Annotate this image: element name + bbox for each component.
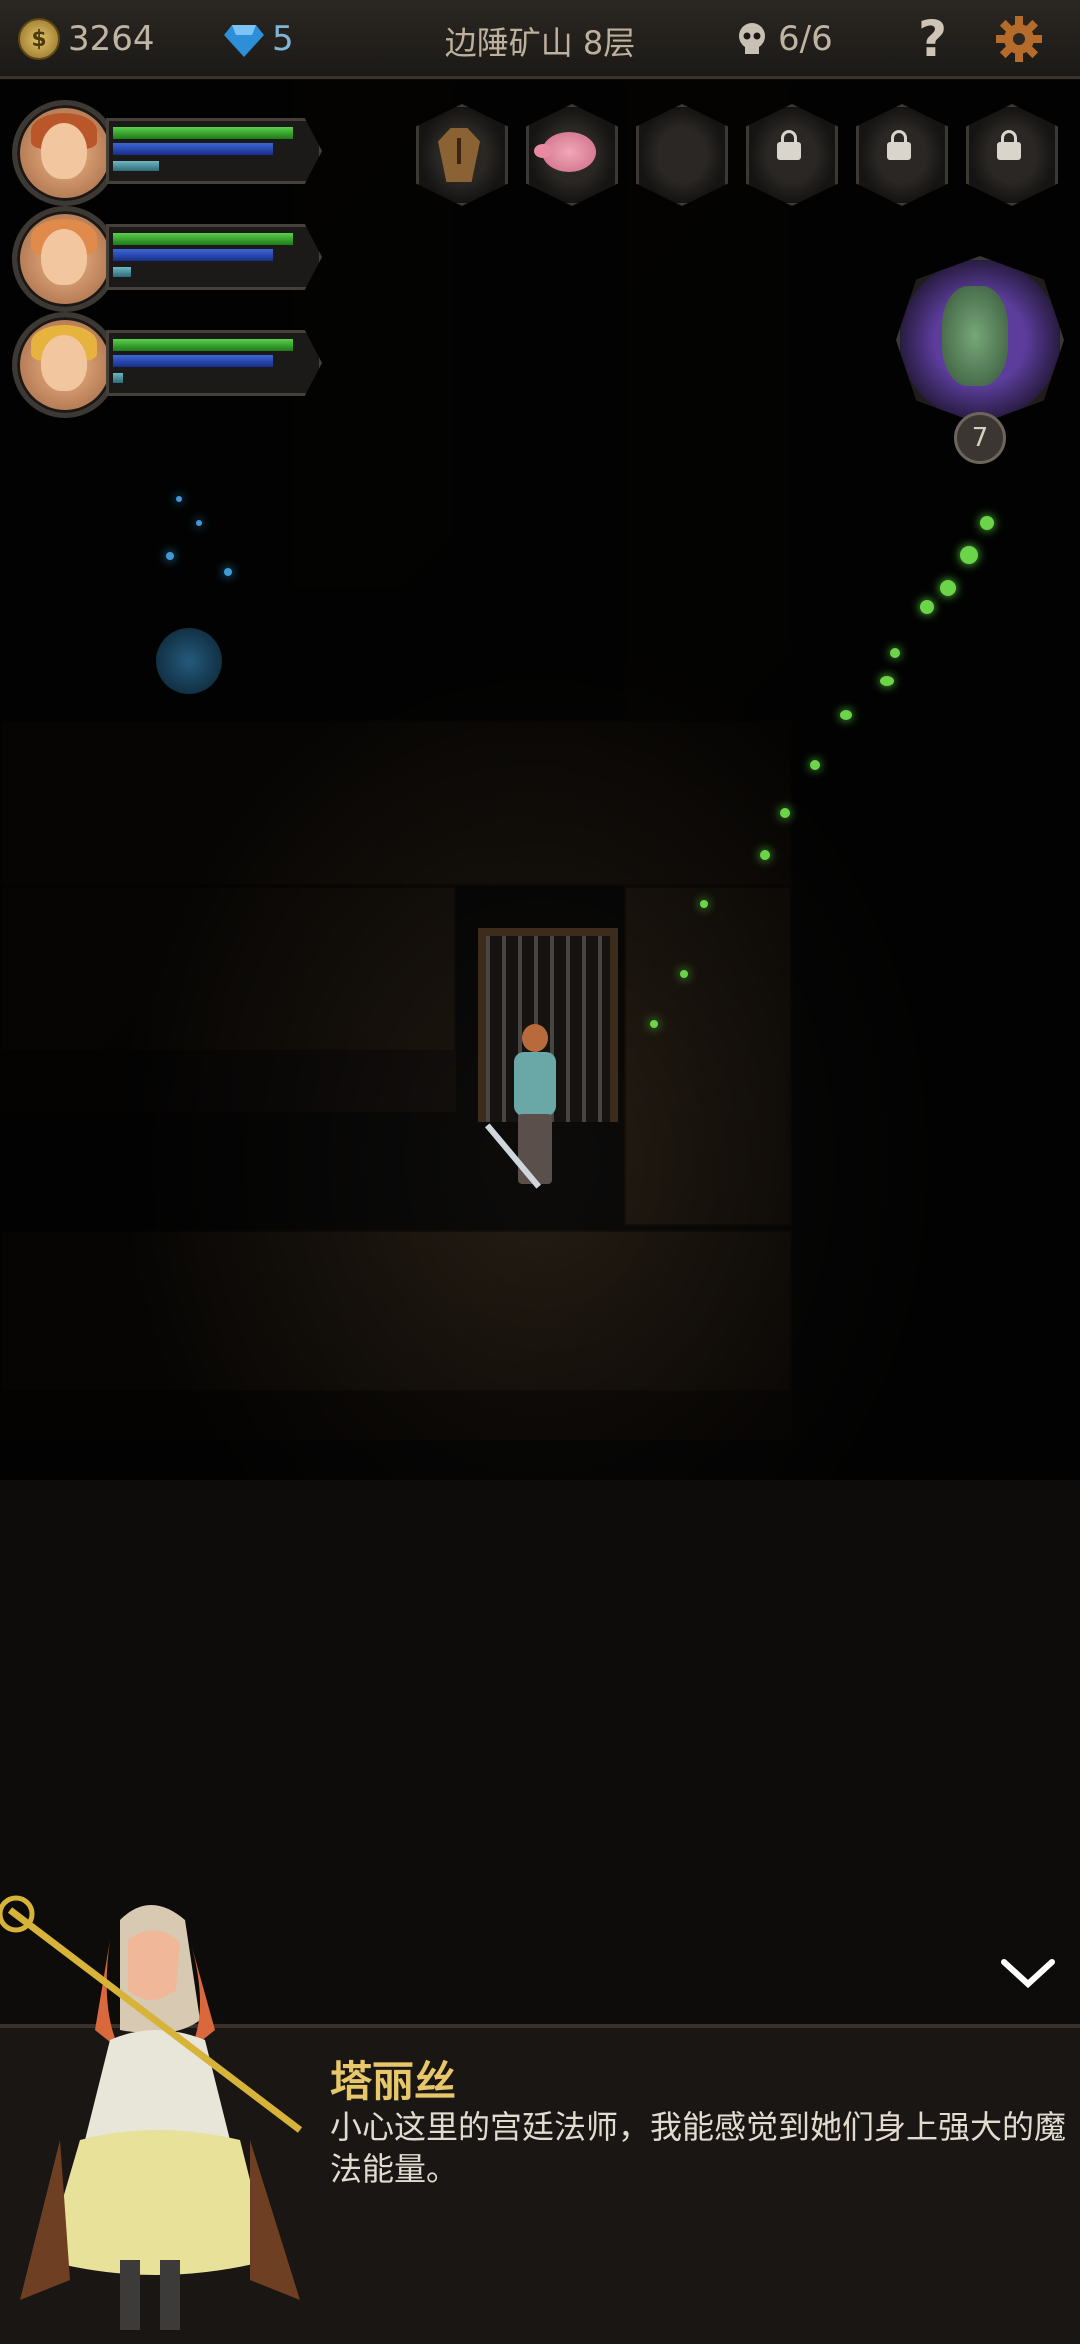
hero-bars <box>106 118 322 184</box>
mp-bar <box>113 249 273 261</box>
bomb-icon[interactable] <box>156 628 222 694</box>
item-slot-piggy-bank[interactable] <box>526 104 618 208</box>
hero-bars <box>106 330 322 396</box>
top-bar: $ 3264 5 边陲矿山 8层 6/6 ? <box>0 0 1080 79</box>
hp-bar <box>113 233 293 245</box>
mp-bar <box>113 355 273 367</box>
kill-counter: 6/6 <box>734 14 833 64</box>
fairy-companion[interactable]: 7 <box>896 256 1064 466</box>
settings-gear-icon[interactable] <box>994 14 1044 64</box>
item-slot-coffin[interactable] <box>416 104 508 208</box>
piggy-bank-icon <box>534 132 596 172</box>
hero-panel-3[interactable] <box>12 312 332 418</box>
dialog-text: 小心这里的宫廷法师，我能感觉到她们身上强大的魔法能量。 <box>330 2108 1067 2188</box>
hero-bars <box>106 224 322 290</box>
fairy-icon <box>942 286 1008 386</box>
lock-icon <box>887 130 911 160</box>
speaker-name: 塔丽丝 <box>330 2057 457 2106</box>
skull-icon <box>739 23 765 54</box>
talis-portrait <box>0 1895 303 2330</box>
hero-portrait[interactable] <box>12 206 118 312</box>
help-button[interactable]: ? <box>918 10 947 68</box>
xp-bar <box>113 373 123 383</box>
hp-bar <box>113 339 293 351</box>
lock-icon <box>997 130 1021 160</box>
item-slot-locked[interactable] <box>856 104 948 208</box>
mp-bar <box>113 143 273 155</box>
hero-panel-2[interactable] <box>12 206 332 312</box>
item-slot-locked[interactable] <box>746 104 838 208</box>
hero-panel-1[interactable] <box>12 100 332 206</box>
hero-portrait[interactable] <box>12 312 118 418</box>
item-slot-empty[interactable] <box>636 104 728 208</box>
fairy-count: 7 <box>954 412 1006 464</box>
player-character[interactable] <box>484 1020 570 1200</box>
chevron-down-icon[interactable] <box>998 1952 1058 1992</box>
item-slot-locked[interactable] <box>966 104 1058 208</box>
lock-icon <box>777 130 801 160</box>
hero-portrait[interactable] <box>12 100 118 206</box>
xp-bar <box>113 161 159 171</box>
hp-bar <box>113 127 293 139</box>
kill-value: 6/6 <box>778 19 833 59</box>
xp-bar <box>113 267 131 277</box>
